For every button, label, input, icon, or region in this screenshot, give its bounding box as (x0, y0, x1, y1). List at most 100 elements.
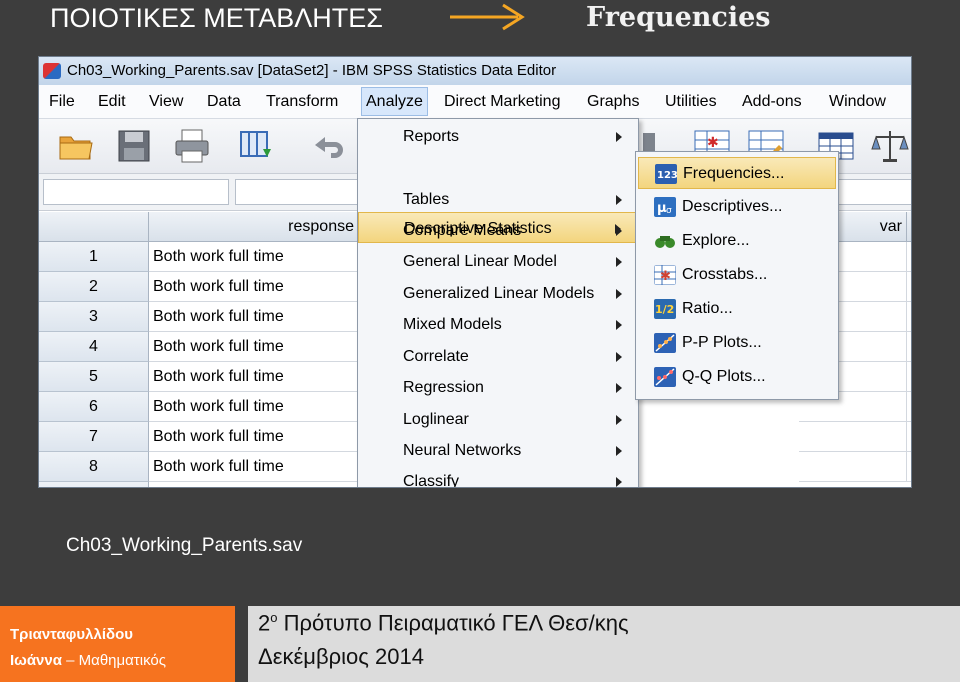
menu-item-label: Generalized Linear Models (403, 285, 595, 302)
spss-app-icon (43, 63, 61, 79)
menu-item-label: Loglinear (403, 411, 469, 428)
footer-author-box: Τριανταφυλλίδου Ιωάννα – Μαθηματικός (0, 606, 235, 682)
menu-utilities[interactable]: Utilities (665, 91, 717, 112)
grid-corner[interactable] (39, 212, 149, 242)
menu-item-loglinear[interactable]: Loglinear (358, 404, 638, 435)
submenu-item-label: Descriptives... (682, 198, 783, 215)
right-arrow-icon (450, 3, 525, 31)
table-cell-response[interactable]: Both work full time (149, 392, 359, 422)
submenu-item-label: P-P Plots... (682, 334, 762, 351)
recall-dialog-icon[interactable] (239, 127, 277, 165)
column-header-var-3[interactable] (907, 212, 911, 242)
menu-item-label: Classify (403, 473, 460, 488)
menu-item-reports[interactable]: Reports (358, 121, 638, 152)
undo-icon[interactable] (309, 127, 347, 165)
submenu-arrow-icon (616, 383, 622, 393)
menu-item-mixed-models[interactable]: Mixed Models (358, 309, 638, 340)
school-number: 2 (258, 610, 271, 636)
row-header[interactable]: 4 (39, 332, 149, 362)
menu-item-general-linear-model[interactable]: General Linear Model (358, 246, 638, 277)
table-cell-response[interactable]: Both work full time (149, 362, 359, 392)
table-cell-empty[interactable] (907, 452, 911, 482)
author-role: – Μαθηματικός (61, 652, 166, 669)
menu-transform[interactable]: Transform (266, 91, 338, 112)
menu-item-compare-means[interactable]: Compare Means (358, 215, 638, 246)
menu-item-label: Reports (403, 128, 460, 145)
save-disk-icon[interactable] (115, 127, 153, 165)
menu-item-label: Tables (403, 191, 450, 208)
submenu-arrow-icon (616, 320, 622, 330)
table-cell-empty[interactable] (907, 242, 911, 272)
scale-icon[interactable] (871, 127, 909, 165)
submenu-item-qq-plots[interactable]: Q-Q Plots... (638, 361, 836, 393)
submenu-item-pp-plots[interactable]: P-P Plots... (638, 327, 836, 359)
menu-item-label: General Linear Model (403, 253, 557, 270)
menu-file[interactable]: File (49, 91, 75, 112)
row-header[interactable]: 6 (39, 392, 149, 422)
row-header[interactable]: 7 (39, 422, 149, 452)
submenu-item-crosstabs[interactable]: ✱ Crosstabs... (638, 259, 836, 291)
table-cell-response[interactable]: Both work full time (149, 272, 359, 302)
menu-view[interactable]: View (149, 91, 183, 112)
table-cell-empty[interactable] (907, 302, 911, 332)
menu-direct-marketing[interactable]: Direct Marketing (444, 91, 560, 112)
menu-item-label: Compare Means (403, 222, 522, 239)
submenu-item-label: Explore... (682, 232, 750, 249)
table-cell-empty[interactable] (907, 332, 911, 362)
school-name-text: Πρότυπο Πειραματικό ΓΕΛ Θεσ/κης (277, 610, 629, 636)
column-header-response[interactable]: response (149, 212, 359, 242)
row-header[interactable]: 1 (39, 242, 149, 272)
menu-window[interactable]: Window (829, 91, 886, 112)
menu-item-tables[interactable]: Tables (358, 184, 638, 215)
submenu-arrow-icon (616, 415, 622, 425)
menu-item-generalized-linear-models[interactable]: Generalized Linear Models (358, 278, 638, 309)
submenu-arrow-icon (616, 477, 622, 487)
submenu-arrow-icon (616, 257, 622, 267)
submenu-item-label: Crosstabs... (682, 266, 768, 283)
menu-item-neural-networks[interactable]: Neural Networks (358, 435, 638, 466)
submenu-item-explore[interactable]: Explore... (638, 225, 836, 257)
table-cell-response[interactable]: Both work full time (149, 422, 359, 452)
menu-item-classify[interactable]: Classify (358, 466, 638, 488)
table-cell-empty[interactable] (907, 422, 911, 452)
table-cell-empty[interactable] (907, 392, 911, 422)
row-header[interactable]: 5 (39, 362, 149, 392)
table-cell-response[interactable]: Both work full time (149, 332, 359, 362)
table-cell-empty[interactable] (907, 272, 911, 302)
row-header[interactable]: 3 (39, 302, 149, 332)
menu-graphs[interactable]: Graphs (587, 91, 639, 112)
menu-bar: File Edit View Data Transform Analyze Di… (39, 85, 911, 119)
menu-add-ons[interactable]: Add-ons (742, 91, 802, 112)
menu-data[interactable]: Data (207, 91, 241, 112)
menu-item-correlate[interactable]: Correlate (358, 341, 638, 372)
table-cell-empty[interactable] (799, 452, 907, 482)
author-surname: Τριανταφυλλίδου (10, 626, 133, 643)
cell-reference-box[interactable] (43, 179, 229, 205)
menu-edit[interactable]: Edit (98, 91, 126, 112)
explore-binoculars-icon (655, 236, 675, 248)
menu-analyze[interactable]: Analyze (361, 87, 428, 116)
slide-subtitle: Frequencies (586, 2, 771, 33)
submenu-item-label: Frequencies... (683, 165, 785, 182)
row-header[interactable]: 2 (39, 272, 149, 302)
table-cell-response[interactable]: Both work full time (149, 452, 359, 482)
submenu-arrow-icon (616, 446, 622, 456)
open-folder-icon[interactable] (57, 127, 95, 165)
svg-text:✱: ✱ (660, 269, 671, 284)
table-cell-response[interactable]: Both work full time (149, 302, 359, 332)
table-cell-response[interactable]: Both work full time (149, 242, 359, 272)
table-cell-empty[interactable] (907, 362, 911, 392)
row-header[interactable] (39, 482, 149, 487)
submenu-item-frequencies[interactable]: 123 Frequencies... (638, 157, 836, 189)
table-cell-empty[interactable] (799, 422, 907, 452)
menu-item-label: Neural Networks (403, 442, 522, 459)
print-icon[interactable] (173, 127, 211, 165)
table-cell-response[interactable] (149, 482, 359, 487)
submenu-item-descriptives[interactable]: μσ Descriptives... (638, 191, 836, 223)
submenu-item-ratio[interactable]: 1/2 Ratio... (638, 293, 836, 325)
submenu-item-label: Ratio... (682, 300, 733, 317)
author-first-name: Ιωάννα (10, 652, 62, 669)
menu-item-regression[interactable]: Regression (358, 372, 638, 403)
descriptive-statistics-submenu: 123 Frequencies... μσ Descriptives... Ex… (635, 151, 839, 400)
row-header[interactable]: 8 (39, 452, 149, 482)
